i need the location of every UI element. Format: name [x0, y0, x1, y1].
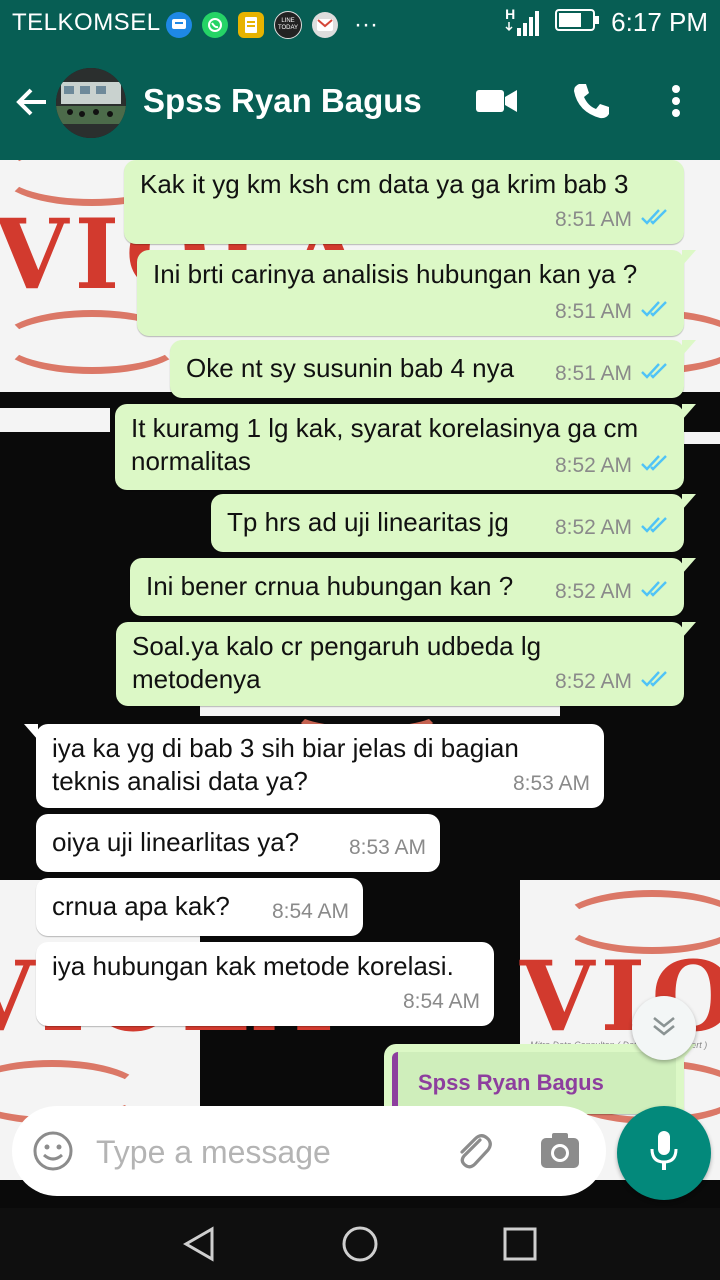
- message-text: Soal.ya kalo cr pengaruh udbeda lg metod…: [132, 631, 542, 694]
- nav-back-icon[interactable]: [180, 1224, 220, 1269]
- video-call-icon[interactable]: [474, 80, 520, 125]
- attachment-icon[interactable]: [450, 1128, 496, 1179]
- bubble-tail: [682, 250, 696, 266]
- contact-avatar[interactable]: [56, 68, 126, 138]
- double-check-read-icon: [640, 575, 670, 608]
- double-chevron-down-icon: [650, 1014, 678, 1043]
- incoming-message[interactable]: iya hubungan kak metode korelasi. 8:54 A…: [36, 942, 494, 1026]
- message-composer[interactable]: Type a message: [12, 1106, 606, 1196]
- voice-record-button[interactable]: [617, 1106, 711, 1200]
- incoming-message[interactable]: iya ka yg di bab 3 sih biar jelas di bag…: [24, 724, 604, 808]
- outgoing-reply-message[interactable]: Spss Ryan Bagus: [384, 1044, 696, 1114]
- chat-area[interactable]: VIOLA VIOLA VIOLA Mitra Data Consultan (…: [0, 160, 720, 1208]
- signal-icon: H: [505, 6, 545, 38]
- message-time: 8:52 AM: [554, 454, 632, 477]
- whatsapp-icon: [202, 12, 228, 38]
- chat-header: Spss Ryan Bagus: [0, 48, 720, 160]
- wallpaper-card: [0, 408, 110, 432]
- bubble-tail: [682, 622, 696, 638]
- notification-icons: LINE TODAY ···: [166, 11, 378, 39]
- microphone-icon: [647, 1128, 681, 1179]
- double-check-read-icon: [640, 665, 670, 698]
- emoji-icon[interactable]: [32, 1130, 74, 1177]
- message-time: 8:53 AM: [348, 836, 426, 859]
- message-time: 8:51 AM: [554, 208, 632, 231]
- phone-call-icon[interactable]: [570, 80, 612, 127]
- more-options-icon[interactable]: [664, 80, 688, 125]
- back-arrow-icon[interactable]: [12, 82, 52, 127]
- quoted-sender-name: Spss Ryan Bagus: [418, 1070, 604, 1095]
- message-text: iya hubungan kak metode korelasi.: [52, 951, 454, 981]
- camera-icon[interactable]: [538, 1130, 582, 1177]
- scroll-to-bottom-button[interactable]: [632, 996, 696, 1060]
- message-text: Kak it yg km ksh cm data ya ga krim bab …: [140, 169, 629, 199]
- bubble-tail: [682, 494, 696, 510]
- bubble-tail: [682, 404, 696, 420]
- message-time: 8:53 AM: [512, 772, 590, 795]
- bubble-tail: [682, 340, 696, 356]
- message-time: 8:52 AM: [554, 580, 632, 603]
- double-check-read-icon: [640, 449, 670, 482]
- message-time: 8:52 AM: [554, 516, 632, 539]
- outgoing-message[interactable]: Soal.ya kalo cr pengaruh udbeda lg metod…: [116, 622, 696, 706]
- bubble-tail: [682, 558, 696, 574]
- message-time: 8:54 AM: [402, 990, 480, 1013]
- system-navigation-bar: [0, 1208, 720, 1280]
- outgoing-message[interactable]: Oke nt sy susunin bab 4 nya 8:51 AM: [170, 340, 696, 398]
- carrier-label: TELKOMSEL: [12, 9, 161, 36]
- outgoing-message[interactable]: Kak it yg km ksh cm data ya ga krim bab …: [124, 160, 684, 244]
- status-bar: TELKOMSEL LINE TODAY ··· H 6:17 PM: [0, 0, 720, 48]
- quoted-message[interactable]: Spss Ryan Bagus: [392, 1052, 676, 1114]
- line-today-icon: LINE TODAY: [274, 11, 302, 39]
- message-time: 8:51 AM: [554, 362, 632, 385]
- message-time: 8:51 AM: [554, 300, 632, 323]
- outgoing-message[interactable]: It kuramg 1 lg kak, syarat korelasinya g…: [115, 404, 696, 490]
- outgoing-message[interactable]: Tp hrs ad uji linearitas jg 8:52 AM: [211, 494, 696, 552]
- message-time: 8:54 AM: [271, 900, 349, 923]
- message-input[interactable]: Type a message: [96, 1134, 331, 1171]
- message-text: Ini brti carinya analisis hubungan kan y…: [153, 259, 638, 289]
- notes-icon: [238, 12, 264, 38]
- contact-name[interactable]: Spss Ryan Bagus: [143, 82, 422, 120]
- battery-icon: [555, 8, 601, 37]
- bbm-icon: [166, 12, 192, 38]
- outgoing-message[interactable]: Ini brti carinya analisis hubungan kan y…: [137, 250, 696, 336]
- message-time: 8:52 AM: [554, 670, 632, 693]
- double-check-read-icon: [640, 357, 670, 390]
- double-check-read-icon: [640, 203, 670, 236]
- bubble-tail: [24, 724, 38, 740]
- clock: 6:17 PM: [611, 7, 708, 37]
- gmail-icon: [312, 12, 338, 38]
- nav-recents-icon[interactable]: [502, 1226, 538, 1267]
- incoming-message[interactable]: crnua apa kak? 8:54 AM: [36, 878, 363, 936]
- more-notifications-indicator: ···: [354, 11, 378, 38]
- outgoing-message[interactable]: Ini bener crnua hubungan kan ? 8:52 AM: [130, 558, 696, 616]
- nav-home-icon[interactable]: [340, 1224, 380, 1269]
- double-check-read-icon: [640, 511, 670, 544]
- incoming-message[interactable]: oiya uji linearlitas ya? 8:53 AM: [36, 814, 440, 872]
- double-check-read-icon: [640, 295, 670, 328]
